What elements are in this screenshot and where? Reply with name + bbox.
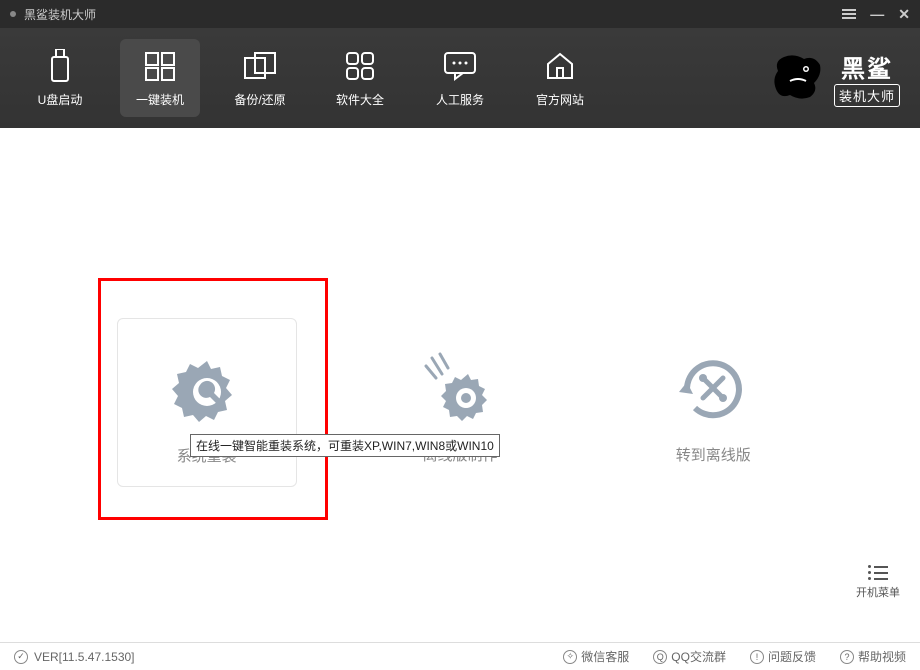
toolbar-label: 一键装机 xyxy=(136,91,184,108)
wechat-icon: ✧ xyxy=(563,650,577,664)
toolbar-label: 备份/还原 xyxy=(234,91,285,108)
toolbar-item-service[interactable]: 人工服务 xyxy=(420,39,500,117)
close-button[interactable]: ✕ xyxy=(898,6,910,23)
brand-logo: 黑鲨 装机大师 xyxy=(770,49,900,107)
brand-line1: 黑鲨 xyxy=(841,49,893,84)
status-link-help[interactable]: ? 帮助视频 xyxy=(840,648,906,665)
backup-icon xyxy=(243,49,277,83)
card-label: 转到离线版 xyxy=(676,444,751,465)
brand-line2: 装机大师 xyxy=(834,84,900,107)
shark-icon xyxy=(770,51,826,105)
gear-wrench-icon xyxy=(162,349,252,429)
hamburger-icon xyxy=(842,9,856,19)
status-link-feedback[interactable]: ! 问题反馈 xyxy=(750,648,816,665)
app-icon xyxy=(10,11,16,17)
apps-icon xyxy=(343,49,377,83)
toolbar-label: 软件大全 xyxy=(336,91,384,108)
tooltip: 在线一键智能重装系统，可重装XP,WIN7,WIN8或WIN10 xyxy=(190,434,500,457)
menu-button[interactable] xyxy=(842,9,856,19)
toolbar: U盘启动 一键装机 备份/还原 软件大全 人工服务 官方网站 xyxy=(0,28,920,128)
chat-icon xyxy=(443,49,477,83)
qq-icon: Q xyxy=(653,650,667,664)
card-system-reinstall[interactable]: 系统重装 xyxy=(117,318,297,487)
offline-gear-icon xyxy=(415,348,505,428)
list-icon xyxy=(868,565,888,580)
toolbar-label: U盘启动 xyxy=(38,91,83,108)
version-check-icon: ✓ xyxy=(14,650,28,664)
main-area: 系统重装 离线版制作 xyxy=(0,128,920,642)
status-link-label: 问题反馈 xyxy=(768,648,816,665)
toolbar-item-backup[interactable]: 备份/还原 xyxy=(220,39,300,117)
boot-menu-button[interactable]: 开机菜单 xyxy=(856,565,900,600)
toolbar-item-one-click[interactable]: 一键装机 xyxy=(120,39,200,117)
usb-icon xyxy=(43,49,77,83)
toolbar-label: 官方网站 xyxy=(536,91,584,108)
status-link-label: 微信客服 xyxy=(581,648,629,665)
statusbar: ✓ VER[11.5.47.1530] ✧ 微信客服 Q QQ交流群 ! 问题反… xyxy=(0,642,920,670)
minimize-button[interactable]: — xyxy=(870,6,884,22)
help-video-icon: ? xyxy=(840,650,854,664)
windows-icon xyxy=(143,49,177,83)
card-offline-make[interactable]: 离线版制作 xyxy=(370,318,550,487)
feedback-icon: ! xyxy=(750,650,764,664)
refresh-tools-icon xyxy=(668,348,758,428)
toolbar-item-website[interactable]: 官方网站 xyxy=(520,39,600,117)
status-link-label: QQ交流群 xyxy=(671,648,726,665)
titlebar: 黑鲨装机大师 — ✕ xyxy=(0,0,920,28)
status-link-qq[interactable]: Q QQ交流群 xyxy=(653,648,726,665)
status-link-wechat[interactable]: ✧ 微信客服 xyxy=(563,648,629,665)
app-title: 黑鲨装机大师 xyxy=(24,6,842,23)
status-link-label: 帮助视频 xyxy=(858,648,906,665)
toolbar-item-software[interactable]: 软件大全 xyxy=(320,39,400,117)
toolbar-item-usb-boot[interactable]: U盘启动 xyxy=(20,39,100,117)
home-icon xyxy=(543,49,577,83)
version-label: VER[11.5.47.1530] xyxy=(34,650,135,664)
card-goto-offline[interactable]: 转到离线版 xyxy=(623,318,803,487)
toolbar-label: 人工服务 xyxy=(436,91,484,108)
boot-menu-label: 开机菜单 xyxy=(856,584,900,600)
